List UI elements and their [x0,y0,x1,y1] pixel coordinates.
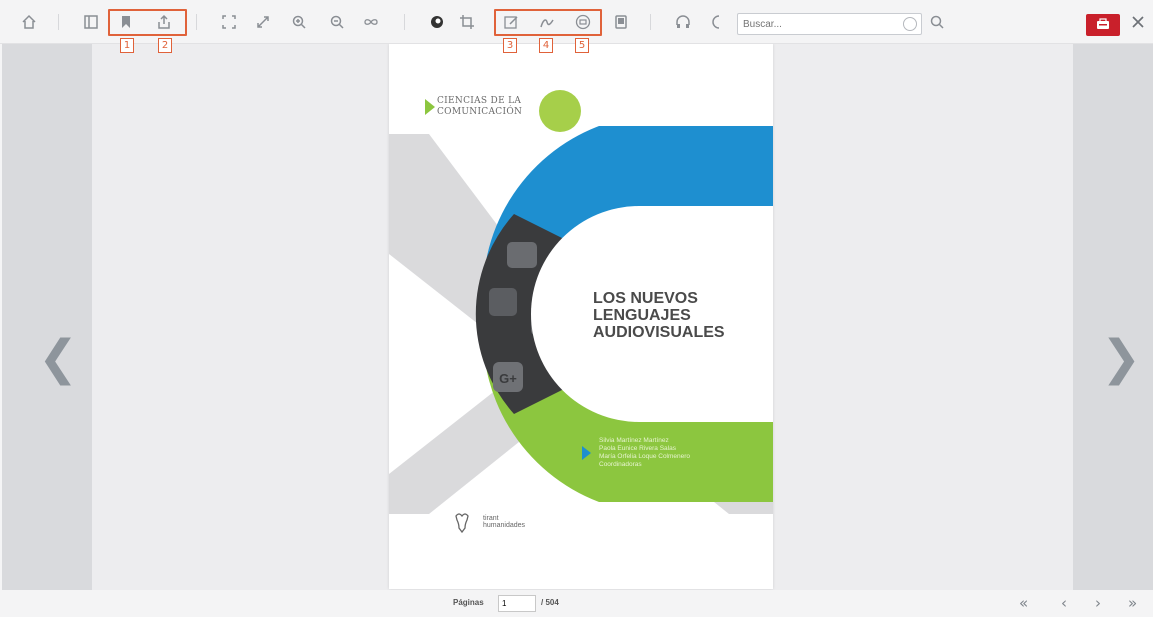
publisher-name-line-1: tirant [483,515,499,522]
series-line-2: COMUNICACIÓN [437,107,523,117]
publisher-logo: tirant humanidades [453,510,525,534]
series-line-1: CIENCIAS DE LA [437,96,522,106]
cart-icon [1097,18,1109,29]
separator [58,14,59,30]
close-icon[interactable] [1127,11,1149,33]
infinity-icon[interactable] [360,11,382,33]
separator [196,14,197,30]
publisher-icon [455,513,469,534]
book-title-line-2: LENGUAJES [593,307,691,324]
publisher-name-line-2: humanidades [483,522,526,529]
book-cover-page: f G+ CIENCIAS DE LA COMUNICACIÓN LOS NUE… [389,44,773,589]
last-page-icon[interactable]: » [1128,594,1137,612]
callout-badge: 4 [539,38,553,53]
search-icon[interactable] [926,11,948,33]
right-panel: ❯ [1073,44,1153,590]
search-input[interactable] [738,18,898,30]
callout-badge: 5 [575,38,589,53]
author-name: María Orfelia Loque Colmenero [599,453,691,460]
zoom-in-icon[interactable] [288,11,310,33]
page-total: / 504 [541,598,559,607]
callout-badge: 3 [503,38,517,53]
print-icon[interactable] [572,11,594,33]
edit-icon[interactable] [500,11,522,33]
prev-page-icon[interactable]: ‹ [1061,594,1067,612]
home-icon[interactable] [18,11,40,33]
page-number-input[interactable] [498,595,536,612]
bookmark-icon[interactable] [115,11,137,33]
headphones-icon[interactable] [672,11,694,33]
search-field[interactable] [737,13,922,35]
tablet-icon[interactable] [610,11,632,33]
author-name: Paola Eunice Rivera Salas [599,445,676,452]
callout-badge: 1 [120,38,134,53]
separator [650,14,651,30]
next-page-icon[interactable]: ❯ [1101,334,1141,382]
sidebar-icon[interactable] [80,11,102,33]
authors-block: Silvia Martínez Martínez Paola Eunice Ri… [599,437,690,469]
book-title-line-3: AUDIOVISUALES [593,324,725,341]
author-role: Coordinadoras [599,461,642,468]
zoom-out-icon[interactable] [326,11,348,33]
fit-page-icon[interactable] [218,11,240,33]
left-panel: ❮ [2,44,92,590]
author-name: Silvia Martínez Martínez [599,437,669,444]
signature-icon[interactable] [536,11,558,33]
cart-button[interactable] [1086,14,1120,36]
toolbar: 1 2 3 4 5 [0,0,1153,53]
share-icon[interactable] [153,11,175,33]
first-page-icon[interactable]: « [1019,594,1028,612]
separator [404,14,405,30]
page-label: Páginas [453,598,484,607]
callout-badge: 2 [158,38,172,53]
series-name: CIENCIAS DE LA COMUNICACIÓN [437,96,522,118]
hand-tool-icon[interactable] [426,11,448,33]
clear-search-icon[interactable] [903,17,917,31]
authors-arrow-icon [582,446,591,460]
book-title-line-1: LOS NUEVOS [593,290,698,307]
svg-text:G+: G+ [499,371,517,386]
night-mode-icon[interactable] [706,11,728,33]
expand-icon[interactable] [252,11,274,33]
edition-seal [539,90,581,132]
previous-page-icon[interactable]: ❮ [38,334,78,382]
crop-icon[interactable] [456,11,478,33]
next-page-footer-icon[interactable]: › [1095,594,1101,612]
series-arrow-icon [425,99,435,115]
book-title: LOS NUEVOS LENGUAJES AUDIOVISUALES [593,290,725,341]
footer-bar: Páginas / 504 « ‹ › » [0,590,1153,617]
